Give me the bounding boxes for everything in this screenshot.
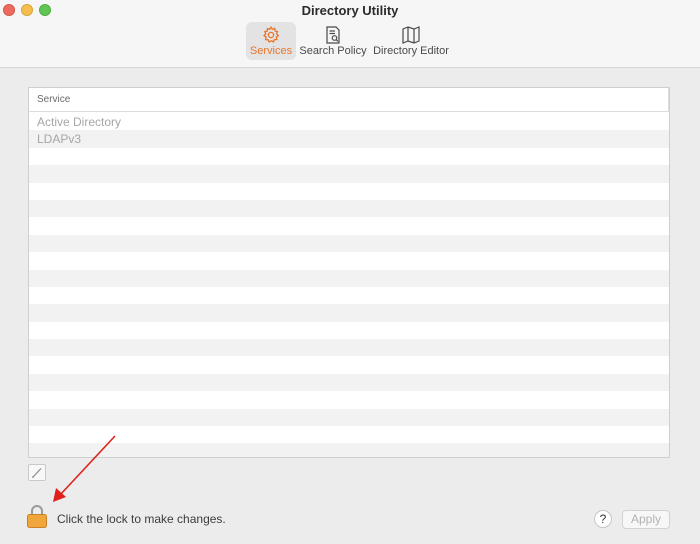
table-row [29,391,669,408]
table-row [29,373,669,392]
table-row [29,322,669,339]
table-header[interactable]: Service [29,88,669,112]
table-row[interactable]: LDAPv3 [29,130,669,148]
toolbar-directory-editor-label: Directory Editor [373,45,449,57]
table-row [29,443,669,457]
help-button[interactable]: ? [594,510,612,528]
table-rows: Active Directory LDAPv3 [29,113,669,457]
map-icon [402,26,420,44]
toolbar-directory-editor-tab[interactable]: Directory Editor [370,22,452,60]
table-row [29,148,669,165]
table-row [29,339,669,357]
table-row [29,408,669,427]
table-row [29,217,669,234]
window-title: Directory Utility [301,3,399,18]
gear-icon [262,26,280,43]
table-row [29,269,669,287]
pencil-icon [31,468,42,479]
table-row [29,356,669,373]
lock-icon[interactable] [26,504,48,528]
table-row [29,165,669,183]
column-divider [668,88,669,112]
toolbar-services-tab[interactable]: Services [246,22,296,60]
toolbar-search-policy-label: Search Policy [299,45,367,57]
apply-button[interactable]: Apply [622,510,670,529]
table-row [29,199,669,218]
toolbar-search-policy-tab[interactable]: Search Policy [298,22,368,60]
edit-service-button[interactable] [28,464,46,481]
table-row [29,183,669,200]
table-row [29,234,669,253]
services-table: Service Active Directory LDAPv3 [28,87,670,458]
table-row [29,426,669,443]
table-row [29,252,669,269]
toolbar-services-label: Services [249,45,293,57]
column-header-service: Service [37,94,71,105]
table-row [29,304,669,322]
table-row[interactable]: Active Directory [29,113,669,130]
row-label: Active Directory [37,115,122,129]
document-search-icon [326,26,340,44]
row-label: LDAPv3 [37,132,82,147]
window-titlebar: Directory Utility Services Search Policy [0,0,700,68]
lock-status-text: Click the lock to make changes. [57,512,226,526]
table-row [29,287,669,304]
